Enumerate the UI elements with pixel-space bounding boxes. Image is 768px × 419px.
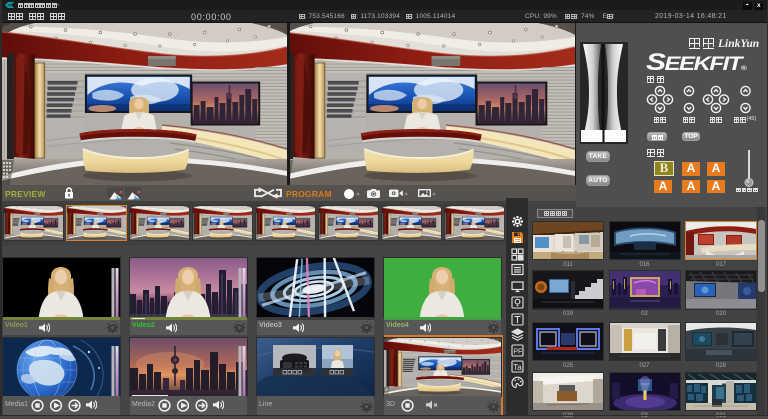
svg-text:PF: PF bbox=[513, 348, 522, 355]
svg-text:Ta: Ta bbox=[513, 363, 522, 372]
